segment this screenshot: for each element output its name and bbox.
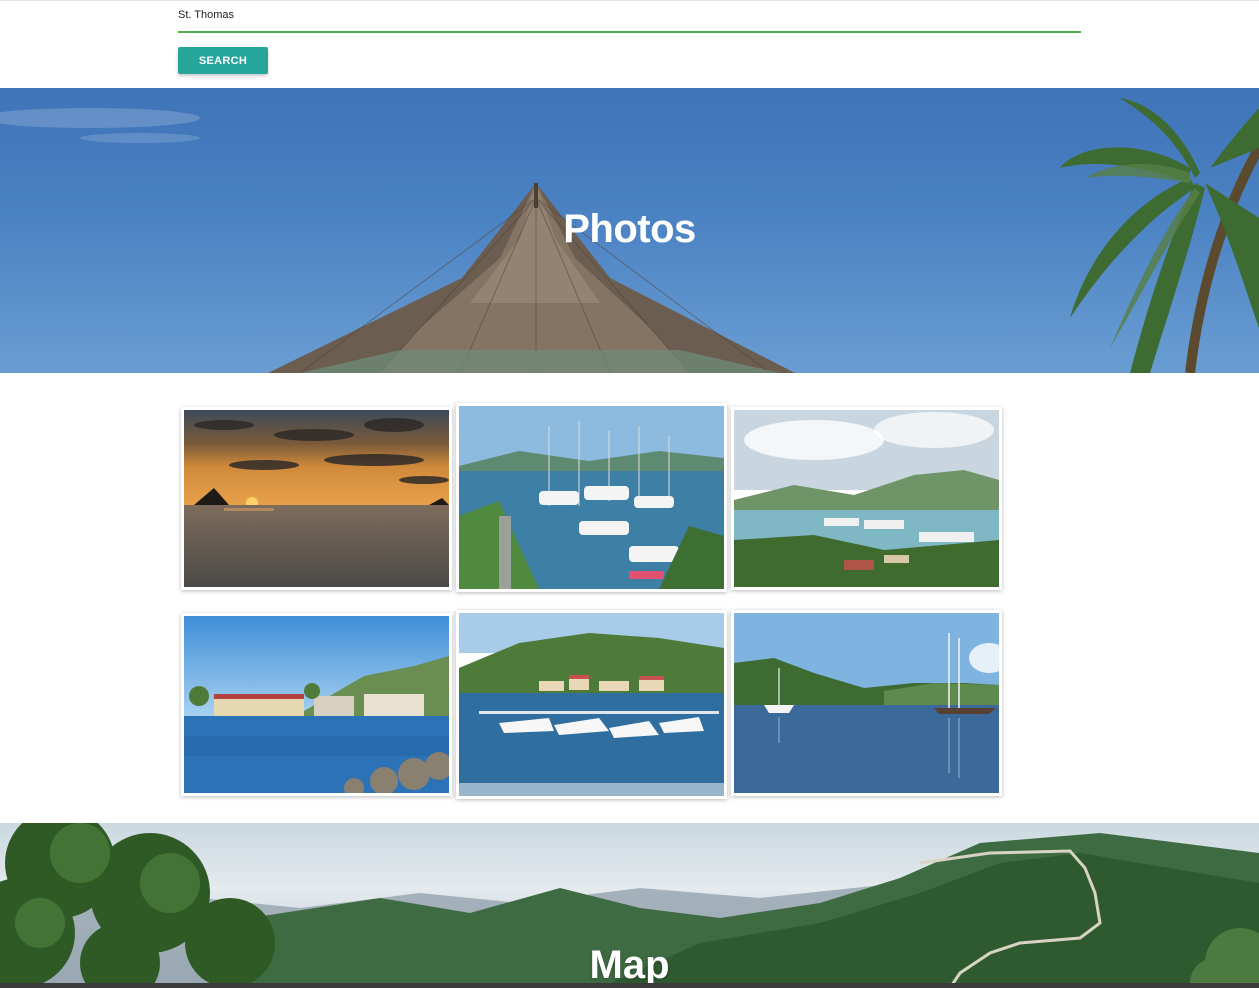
gallery-item-marina[interactable] [456,403,727,592]
map-section-title: Map [589,943,670,987]
bottom-bar [0,983,1259,988]
gallery-item-yacht-harbor[interactable] [456,610,727,799]
gallery-item-harbor-view[interactable] [731,407,1002,590]
gallery-item-sunset[interactable] [181,407,452,590]
gallery-item-waterfront-town[interactable] [181,613,452,796]
gallery-item-sailboat-bay[interactable] [731,610,1002,796]
marina-photo[interactable] [459,406,724,589]
photos-section-title: Photos [563,207,696,251]
waterfront-town-photo[interactable] [184,616,449,793]
search-button[interactable]: SEARCH [178,47,268,74]
search-input[interactable] [178,5,1081,33]
sailboat-bay-photo[interactable] [734,613,999,793]
yacht-harbor-photo[interactable] [459,613,724,796]
photos-hero-banner: Photos [0,88,1259,373]
map-hero-banner: Map [0,823,1259,988]
harbor-view-photo[interactable] [734,410,999,587]
sunset-photo[interactable] [184,410,449,587]
search-area: SEARCH [0,0,1259,88]
photo-gallery [0,373,1259,823]
